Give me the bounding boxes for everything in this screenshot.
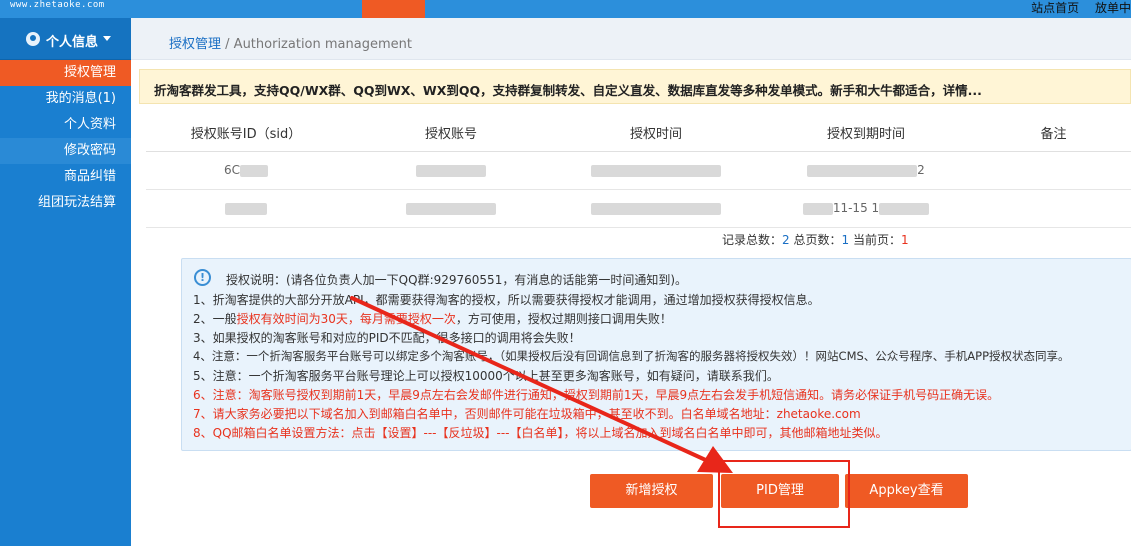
instruction-line-6: 6、注意：淘客账号授权到期前1天，早晨9点左右会发邮件进行通知，授权到期前1天，…: [193, 388, 1000, 402]
table-row: 11-15 1: [146, 189, 1131, 228]
promo-notice[interactable]: 折淘客群发工具，支持QQ/WX群、QQ到WX、WX到QQ，支持群复制转发、自定义…: [139, 69, 1131, 104]
cell-auth-time: [556, 151, 756, 190]
instructions-title: 授权说明：(请各位负责人加一下QQ群:929760551，有消息的话能第一时间通…: [226, 273, 688, 287]
sidebar-item-profile[interactable]: 个人资料: [0, 112, 131, 138]
cell-sid: 6C: [146, 151, 346, 190]
site-home-link[interactable]: 站点首页: [1031, 1, 1079, 15]
sidebar-item-change-password[interactable]: 修改密码: [0, 138, 131, 164]
sidebar: 个人信息 授权管理 我的消息(1) 个人资料 修改密码 商品纠错 组团玩法结算: [0, 18, 131, 546]
current-label: 当前页：: [849, 233, 901, 247]
cell-account: [346, 151, 556, 190]
pagination-info: 记录总数：2 总页数：1 当前页：1: [722, 231, 909, 248]
redacted-block: [879, 202, 930, 215]
sid-text: 6C: [223, 163, 240, 177]
redacted-block: [591, 202, 721, 215]
instruction-line-4: 4、注意：一个折淘客服务平台账号可以绑定多个淘客账号，（如果授权后没有回调信息到…: [193, 349, 1070, 363]
breadcrumb-english: Authorization management: [233, 37, 412, 52]
cell-auth-time: [556, 189, 756, 228]
redacted-block: [406, 202, 496, 215]
user-info-toggle[interactable]: 个人信息: [0, 18, 131, 60]
sidebar-item-product-correction[interactable]: 商品纠错: [0, 164, 131, 190]
authorization-instructions: ! 授权说明：(请各位负责人加一下QQ群:929760551，有消息的话能第一时…: [181, 258, 1131, 451]
annotation-highlight-box: [718, 460, 850, 528]
main-content: 授权管理 / Authorization management 折淘客群发工具，…: [131, 18, 1131, 546]
authorization-table: 授权账号ID（sid） 授权账号 授权时间 授权到期时间 备注 6C 2 11-…: [146, 115, 1131, 228]
expire-text: 11-15 1: [832, 201, 880, 215]
cell-sid: [146, 189, 346, 228]
instruction-line-5: 5、注意：一个折淘客服务平台账号理论上可以授权10000个以上甚至更多淘客账号，…: [193, 369, 779, 383]
topbar-accent-tab[interactable]: [362, 0, 425, 18]
instruction-line-3: 3、如果授权的淘客账号和对应的PID不匹配，很多接口的调用将会失败！: [193, 331, 581, 345]
line2-red: 授权有效时间为30天，每月需要授权一次: [236, 312, 456, 326]
cell-note: [976, 189, 1131, 228]
user-icon: [26, 32, 40, 46]
total-count: 2: [782, 233, 790, 247]
breadcrumb: 授权管理 / Authorization management: [169, 33, 412, 52]
redacted-block: [807, 164, 918, 177]
page-count: 1: [841, 233, 850, 247]
col-sid: 授权账号ID（sid）: [146, 115, 346, 152]
line2-pre: 2、一般: [193, 312, 237, 326]
top-links: 站点首页 放单中: [1019, 0, 1131, 18]
redacted-block: [225, 202, 267, 215]
sidebar-menu: 授权管理 我的消息(1) 个人资料 修改密码 商品纠错 组团玩法结算: [0, 60, 131, 216]
promo-notice-text: 折淘客群发工具，支持QQ/WX群、QQ到WX、WX到QQ，支持群复制转发、自定义…: [154, 83, 982, 98]
sidebar-item-messages[interactable]: 我的消息(1): [0, 86, 131, 112]
line7-pre: 7、请大家务必要把以下域名加入到邮箱白名单中，否则邮件可能在垃圾箱中，甚至收不到…: [193, 407, 777, 421]
cell-note: [976, 151, 1131, 190]
sidebar-item-group-settlement[interactable]: 组团玩法结算: [0, 190, 131, 216]
table-row: 6C 2: [146, 151, 1131, 190]
instruction-line-1: 1、折淘客提供的大部分开放API，都需要获得淘客的授权，所以需要获得授权才能调用…: [193, 293, 820, 307]
top-bar: www.zhetaoke.com 站点首页 放单中: [0, 0, 1131, 18]
instruction-line-7: 7、请大家务必要把以下域名加入到邮箱白名单中，否则邮件可能在垃圾箱中，甚至收不到…: [193, 405, 861, 422]
appkey-view-button[interactable]: Appkey查看: [845, 474, 968, 508]
col-note: 备注: [976, 115, 1131, 152]
col-auth-time: 授权时间: [556, 115, 756, 152]
breadcrumb-bar: 授权管理 / Authorization management: [131, 18, 1131, 60]
user-info-label: 个人信息: [46, 35, 99, 50]
instruction-line-2: 2、一般授权有效时间为30天，每月需要授权一次，方可使用，授权过期则接口调用失败…: [193, 310, 672, 327]
breadcrumb-current[interactable]: 授权管理: [169, 37, 221, 52]
cell-expire-time: 2: [756, 151, 976, 190]
total-label: 记录总数：: [722, 233, 783, 247]
add-authorization-button[interactable]: 新增授权: [590, 474, 713, 508]
col-account: 授权账号: [346, 115, 556, 152]
expire-text: 2: [917, 163, 925, 177]
info-icon: !: [194, 269, 211, 286]
redacted-block: [591, 164, 721, 177]
redacted-block: [416, 164, 486, 177]
site-domain: www.zhetaoke.com: [10, 0, 105, 10]
pages-label: 总页数：: [789, 233, 842, 247]
sidebar-item-authorization[interactable]: 授权管理: [0, 60, 131, 86]
redacted-block: [240, 164, 268, 177]
instruction-line-8: 8、QQ邮箱白名单设置方法：点击【设置】---【反垃圾】---【白名单】，将以上…: [193, 426, 888, 440]
whitelist-domain: zhetaoke.com: [776, 407, 861, 421]
post-link[interactable]: 放单中: [1095, 1, 1131, 15]
table-header-row: 授权账号ID（sid） 授权账号 授权时间 授权到期时间 备注: [146, 115, 1131, 152]
current-page: 1: [900, 233, 909, 247]
col-expire-time: 授权到期时间: [756, 115, 976, 152]
chevron-down-icon: [103, 36, 111, 41]
line2-post: ，方可使用，授权过期则接口调用失败！: [455, 312, 672, 326]
cell-account: [346, 189, 556, 228]
breadcrumb-separator: /: [221, 37, 234, 52]
cell-expire-time: 11-15 1: [756, 189, 976, 228]
redacted-block: [802, 202, 833, 215]
